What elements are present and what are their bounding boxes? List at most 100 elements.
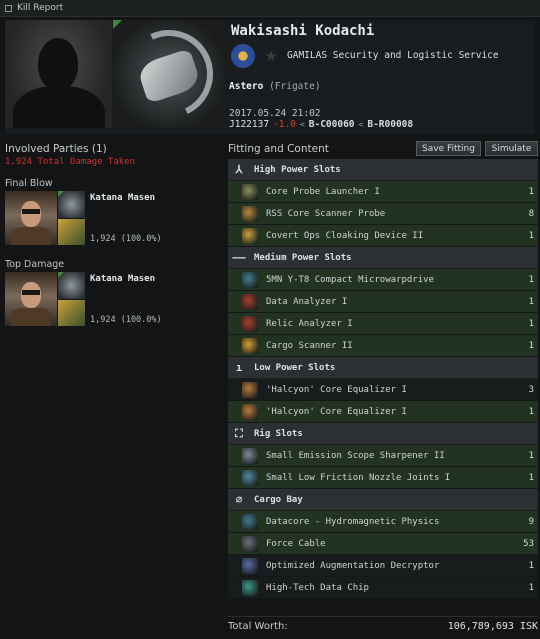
item-quantity: 1 [528, 582, 534, 593]
slot-section-header[interactable]: ⌀ Cargo Bay [228, 489, 538, 511]
corporation-name[interactable]: GAMILAS Security and Logistic Service [287, 50, 499, 61]
mid-slot-icon: ‒‒ [232, 251, 246, 264]
window-title: Kill Report [17, 3, 64, 13]
item-icon[interactable] [242, 579, 258, 596]
rig-slot-icon: ⛶ [235, 426, 243, 440]
corporation-logo-icon[interactable] [231, 44, 255, 68]
save-fitting-button[interactable]: Save Fitting [416, 141, 481, 156]
attacker-weapon-icon[interactable] [58, 219, 85, 245]
final-blow-attacker[interactable]: Katana Masen 1,924 (100.0%) [5, 191, 220, 247]
victim-portrait[interactable] [5, 20, 112, 128]
item-icon[interactable] [242, 535, 258, 552]
window-icon [5, 4, 12, 12]
attacker-name[interactable]: Katana Masen [90, 274, 155, 284]
item-quantity: 53 [523, 538, 534, 549]
attacker-weapon-icon[interactable] [58, 300, 85, 326]
kill-time: 2017.05.24 21:02 [229, 108, 321, 119]
slot-section-label: Low Power Slots [254, 362, 336, 373]
tech-level-badge-icon [113, 20, 122, 29]
item-name: Datacore - Hydromagnetic Physics [266, 516, 440, 527]
fitting-item-row[interactable]: 'Halcyon' Core Equalizer I 1 [228, 401, 538, 423]
item-icon[interactable] [242, 315, 258, 332]
item-name: Core Probe Launcher I [266, 186, 380, 197]
item-icon[interactable] [242, 205, 258, 222]
slot-section-label: High Power Slots [254, 164, 341, 175]
fitting-item-row[interactable]: Force Cable 53 [228, 533, 538, 555]
item-name: Covert Ops Cloaking Device II [266, 230, 424, 241]
fitting-item-row[interactable]: Cargo Scanner II 1 [228, 335, 538, 357]
attacker-portrait[interactable] [5, 272, 57, 326]
attacker-damage: 1,924 (100.0%) [90, 234, 162, 244]
item-icon[interactable] [242, 447, 258, 464]
chevron-left-icon: < [358, 120, 364, 129]
window-titlebar: Kill Report [0, 0, 540, 17]
tech-level-badge-icon [58, 272, 64, 278]
fitting-item-row[interactable]: Datacore - Hydromagnetic Physics 9 [228, 511, 538, 533]
top-damage-label: Top Damage [5, 259, 65, 270]
low-slot-icon: ı [235, 361, 243, 374]
fitting-item-row[interactable]: Covert Ops Cloaking Device II 1 [228, 225, 538, 247]
item-quantity: 1 [528, 560, 534, 571]
fitting-item-row[interactable]: 'Halcyon' Core Equalizer I 3 [228, 379, 538, 401]
item-icon[interactable] [242, 183, 258, 200]
fitting-item-row[interactable]: High-Tech Data Chip 1 [228, 577, 538, 599]
security-status: -1.0 [273, 119, 296, 130]
item-name: Data Analyzer I [266, 296, 348, 307]
fitting-item-row[interactable]: RSS Core Scanner Probe 8 [228, 203, 538, 225]
item-quantity: 1 [528, 230, 534, 241]
constellation[interactable]: B-C00060 [309, 119, 355, 130]
ship-class: (Frigate) [269, 81, 321, 92]
slot-section-header[interactable]: ⅄ High Power Slots [228, 159, 538, 181]
slot-section-header[interactable]: ⛶ Rig Slots [228, 423, 538, 445]
victim-name[interactable]: Wakisashi Kodachi [231, 23, 374, 39]
item-icon[interactable] [242, 557, 258, 574]
attacker-portrait[interactable] [5, 191, 57, 245]
fitting-item-row[interactable]: Core Probe Launcher I 1 [228, 181, 538, 203]
fitting-list: ⅄ High Power Slots Core Probe Launcher I1R… [228, 159, 538, 614]
chevron-left-icon: < [299, 120, 305, 129]
total-damage-taken: 1,924 Total Damage Taken [5, 157, 136, 167]
final-blow-label: Final Blow [5, 178, 53, 189]
fitting-item-row[interactable]: Small Low Friction Nozzle Joints I 1 [228, 467, 538, 489]
involved-parties-title: Involved Parties (1) [5, 143, 107, 155]
item-icon[interactable] [242, 381, 258, 398]
slot-section-header[interactable]: ‒‒ Medium Power Slots [228, 247, 538, 269]
item-quantity: 1 [528, 296, 534, 307]
fitting-item-row[interactable]: Optimized Augmentation Decryptor 1 [228, 555, 538, 577]
cargo-bay-icon: ⌀ [235, 493, 243, 506]
item-name: Cargo Scanner II [266, 340, 353, 351]
item-icon[interactable] [242, 293, 258, 310]
item-icon[interactable] [242, 227, 258, 244]
item-quantity: 1 [528, 472, 534, 483]
item-name: Small Low Friction Nozzle Joints I [266, 472, 451, 483]
total-worth-label: Total Worth: [228, 621, 288, 632]
attacker-name[interactable]: Katana Masen [90, 193, 155, 203]
slot-section-label: Medium Power Slots [254, 252, 352, 263]
item-icon[interactable] [242, 469, 258, 486]
item-name: Force Cable [266, 538, 326, 549]
item-icon[interactable] [242, 513, 258, 530]
fitting-item-row[interactable]: 5MN Y-T8 Compact Microwarpdrive 1 [228, 269, 538, 291]
solar-system[interactable]: J122137 [229, 119, 269, 130]
high-slot-icon: ⅄ [235, 163, 243, 176]
fitting-item-row[interactable]: Relic Analyzer I 1 [228, 313, 538, 335]
item-quantity: 8 [528, 208, 534, 219]
victim-ship-render[interactable] [113, 20, 225, 128]
total-worth-value: 106,789,693 ISK [447, 621, 538, 632]
ship-type: Astero (Frigate) [229, 81, 321, 92]
item-icon[interactable] [242, 403, 258, 420]
slot-section-header[interactable]: ı Low Power Slots [228, 357, 538, 379]
simulate-button[interactable]: Simulate [485, 141, 538, 156]
top-damage-attacker[interactable]: Katana Masen 1,924 (100.0%) [5, 272, 220, 328]
attacker-damage: 1,924 (100.0%) [90, 315, 162, 325]
alliance-star-icon: ★ [264, 47, 278, 65]
item-name: 5MN Y-T8 Compact Microwarpdrive [266, 274, 434, 285]
item-name: Relic Analyzer I [266, 318, 353, 329]
region[interactable]: B-R00008 [367, 119, 413, 130]
ship-name[interactable]: Astero [229, 81, 263, 92]
fitting-item-row[interactable]: Small Emission Scope Sharpener II 1 [228, 445, 538, 467]
item-quantity: 1 [528, 406, 534, 417]
item-icon[interactable] [242, 271, 258, 288]
item-icon[interactable] [242, 337, 258, 354]
fitting-item-row[interactable]: Data Analyzer I 1 [228, 291, 538, 313]
